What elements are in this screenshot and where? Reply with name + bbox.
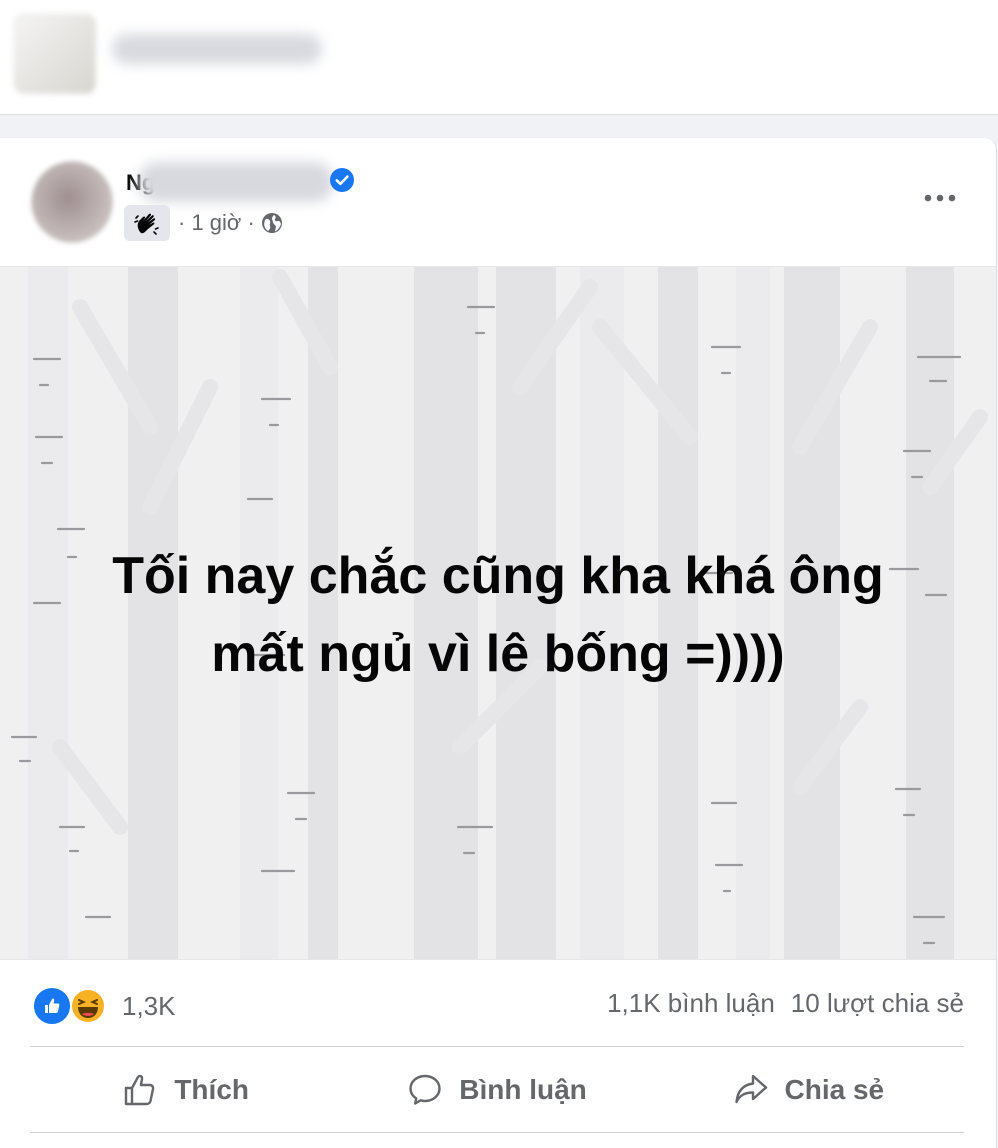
author-name-row[interactable]: Ng <box>124 156 384 202</box>
post-time[interactable]: · 1 giờ · <box>178 210 255 236</box>
thumbs-up-icon <box>125 1074 155 1106</box>
wave-badge-icon[interactable] <box>124 205 170 241</box>
previous-post-thumbnail[interactable] <box>14 14 96 94</box>
reactions-summary[interactable]: 1,3K <box>32 986 176 1026</box>
bottom-divider <box>30 1132 964 1133</box>
comment-button[interactable]: Bình luận <box>341 1050 652 1130</box>
comment-label: Bình luận <box>459 1074 587 1105</box>
share-button[interactable]: Chia sẻ <box>653 1050 964 1130</box>
post-text-line-1: Tối nay chắc cũng kha khá ông <box>112 547 884 605</box>
post-actions: Thích Bình luận Chia sẻ <box>30 1050 964 1130</box>
previous-post-strip <box>0 0 998 115</box>
post-text-line-2: mất ngủ vì lê bống =)))) <box>211 625 785 683</box>
post-text: Tối nay chắc cũng kha khá ông mất ngủ vì… <box>0 537 996 693</box>
action-divider <box>30 1046 964 1047</box>
like-reaction-icon <box>32 986 72 1026</box>
post-stats: 1,3K 1,1K bình luận 10 lượt chia sẻ <box>0 958 996 1046</box>
share-label: Chia sẻ <box>784 1074 885 1105</box>
globe-icon <box>261 213 282 233</box>
post-background[interactable]: Tối nay chắc cũng kha khá ông mất ngủ vì… <box>0 266 996 960</box>
reactions-count: 1,3K <box>122 990 176 1021</box>
more-options-button[interactable] <box>918 180 962 216</box>
post-card: Ng · 1 giờ · <box>0 138 997 1148</box>
like-label: Thích <box>174 1074 249 1105</box>
shares-count[interactable]: 10 lượt chia sẻ <box>791 988 964 1018</box>
share-icon <box>734 1074 767 1104</box>
post-meta: · 1 giờ · <box>124 204 283 242</box>
comments-count[interactable]: 1,1K bình luận <box>607 988 775 1018</box>
more-icon <box>924 194 956 202</box>
like-button[interactable]: Thích <box>30 1050 341 1130</box>
comment-icon <box>409 1074 441 1105</box>
engagement-counts: 1,1K bình luận 10 lượt chia sẻ <box>607 988 964 1019</box>
previous-post-name-blurred <box>112 34 322 64</box>
haha-reaction-icon <box>68 986 108 1026</box>
verified-icon <box>330 168 354 192</box>
author-name-blurred <box>138 162 334 202</box>
author-avatar[interactable] <box>30 160 114 244</box>
